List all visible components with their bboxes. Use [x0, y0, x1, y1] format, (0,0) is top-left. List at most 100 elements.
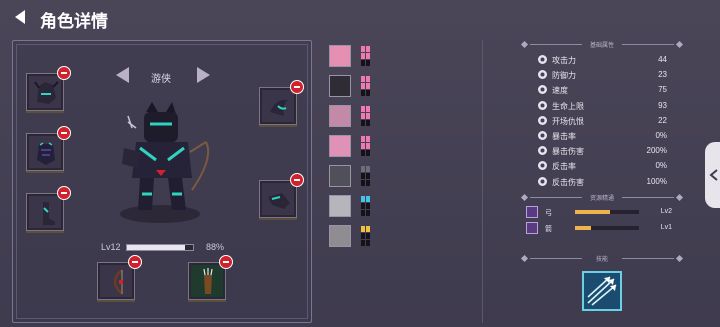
- stat-value: 44: [658, 55, 667, 64]
- quiver-slot[interactable]: [188, 255, 233, 300]
- quiver-icon: [203, 268, 213, 294]
- stat-value: 22: [658, 115, 667, 125]
- skill-section-header: 技能: [520, 254, 684, 264]
- header-line: [622, 258, 674, 259]
- skull-icon: [538, 115, 547, 125]
- resource-level: Lv1: [660, 224, 672, 231]
- dark-crest-icon[interactable]: [329, 75, 351, 97]
- skill-pip: [366, 203, 370, 209]
- stat-label: 暴击伤害: [552, 147, 584, 157]
- next-class-arrow-icon[interactable]: [196, 67, 210, 83]
- unequip-badge[interactable]: [219, 255, 233, 269]
- pink-gem-icon[interactable]: [329, 45, 351, 67]
- skill-pip: [366, 76, 370, 82]
- skill-pip: [361, 166, 365, 172]
- boots-slot[interactable]: [26, 186, 71, 231]
- resource-progress-bar: [575, 226, 639, 230]
- unequip-badge[interactable]: [290, 173, 304, 187]
- skill-row[interactable]: [329, 75, 373, 97]
- stat-row: 速度 75: [537, 84, 670, 96]
- skill-pip: [361, 150, 365, 156]
- resource-row: 箭 Lv1: [526, 222, 674, 235]
- skill-row[interactable]: [329, 195, 373, 217]
- prev-class-arrow-icon[interactable]: [116, 67, 130, 83]
- chestplate-icon: [37, 142, 55, 165]
- skill-level-pips: [361, 106, 371, 126]
- skill-level-pips: [361, 76, 371, 96]
- unequip-badge[interactable]: [57, 126, 71, 140]
- skill-pip: [361, 203, 365, 209]
- unequip-badge[interactable]: [128, 255, 142, 269]
- hunter-face-icon[interactable]: [329, 225, 351, 247]
- stat-value: 0%: [655, 161, 667, 171]
- stat-row: 反击伤害 100%: [537, 176, 670, 188]
- hero-level: Lv12: [101, 242, 121, 252]
- boots-icon: [43, 202, 55, 225]
- skill-pip: [366, 233, 370, 239]
- skill-pip: [366, 46, 370, 52]
- crit-icon: [538, 131, 547, 140]
- stat-label: 攻击力: [552, 56, 576, 65]
- stat-label: 速度: [552, 86, 568, 96]
- bow-shot-icon[interactable]: [329, 165, 351, 187]
- helmet-slot[interactable]: [26, 66, 71, 111]
- stat-row: 防御力 23: [537, 69, 670, 81]
- back-arrow-icon[interactable]: [12, 9, 28, 25]
- skill-pip: [361, 143, 365, 149]
- skill-pip: [366, 143, 370, 149]
- skill-row[interactable]: [329, 225, 373, 247]
- resource-label: 弓: [545, 210, 552, 217]
- stat-row: 反击率 0%: [537, 160, 670, 172]
- header-bar: 角色详情: [0, 0, 720, 34]
- stat-value: 200%: [646, 146, 667, 156]
- stat-value: 93: [658, 100, 667, 110]
- stats-section-header: 基础属性: [520, 40, 684, 50]
- counter-damage-icon: [538, 176, 547, 186]
- skill-pip: [361, 210, 365, 216]
- skill-pip: [361, 240, 365, 246]
- skill-pip: [361, 173, 365, 179]
- skill-pip: [361, 120, 365, 126]
- skill-row[interactable]: [329, 135, 373, 157]
- skill-pip: [366, 240, 370, 246]
- skill-row[interactable]: [329, 45, 373, 67]
- resource-section-header: 资源精通: [520, 193, 684, 203]
- side-drawer-tab[interactable]: [705, 142, 720, 208]
- skill-row[interactable]: [329, 165, 373, 187]
- xp-percent: 88%: [206, 242, 225, 252]
- shoulder-slot[interactable]: [259, 80, 304, 125]
- skill-pip: [361, 226, 365, 232]
- active-skill-slot[interactable]: [582, 271, 622, 311]
- stat-label: 暴击率: [552, 132, 576, 141]
- skill-pip: [366, 166, 370, 172]
- bow-icon: [113, 269, 123, 295]
- resource-row: 弓 Lv2: [526, 206, 674, 219]
- gloves-slot[interactable]: [259, 173, 304, 218]
- unequip-badge[interactable]: [57, 186, 71, 200]
- resource-progress-fill: [575, 210, 611, 214]
- skill-level-pips: [361, 226, 371, 246]
- skill-pip: [366, 136, 370, 142]
- wind-icon[interactable]: [329, 195, 351, 217]
- arrow-strike-icon[interactable]: [329, 135, 351, 157]
- skill-row[interactable]: [329, 105, 373, 127]
- crit-damage-icon: [538, 146, 547, 156]
- horn-icon: [270, 99, 288, 116]
- page-title: 角色详情: [40, 12, 108, 31]
- stat-row: 暴击伤害 200%: [537, 145, 670, 157]
- unequip-badge[interactable]: [57, 66, 71, 80]
- unequip-badge[interactable]: [290, 80, 304, 94]
- skill-pip: [361, 233, 365, 239]
- stat-row: 生命上限 93: [537, 100, 670, 112]
- armor-slot[interactable]: [26, 126, 71, 171]
- skill-pip: [361, 90, 365, 96]
- bow-slot[interactable]: [97, 255, 142, 300]
- stat-label: 生命上限: [552, 101, 584, 111]
- skill-pip: [361, 136, 365, 142]
- claw-slash-icon[interactable]: [329, 105, 351, 127]
- resource-progress-bar: [575, 210, 639, 214]
- stat-value: 23: [658, 70, 667, 80]
- crossed-arrows-icon: [526, 222, 538, 234]
- skill-pip: [366, 83, 370, 89]
- helmet-icon: [34, 81, 59, 104]
